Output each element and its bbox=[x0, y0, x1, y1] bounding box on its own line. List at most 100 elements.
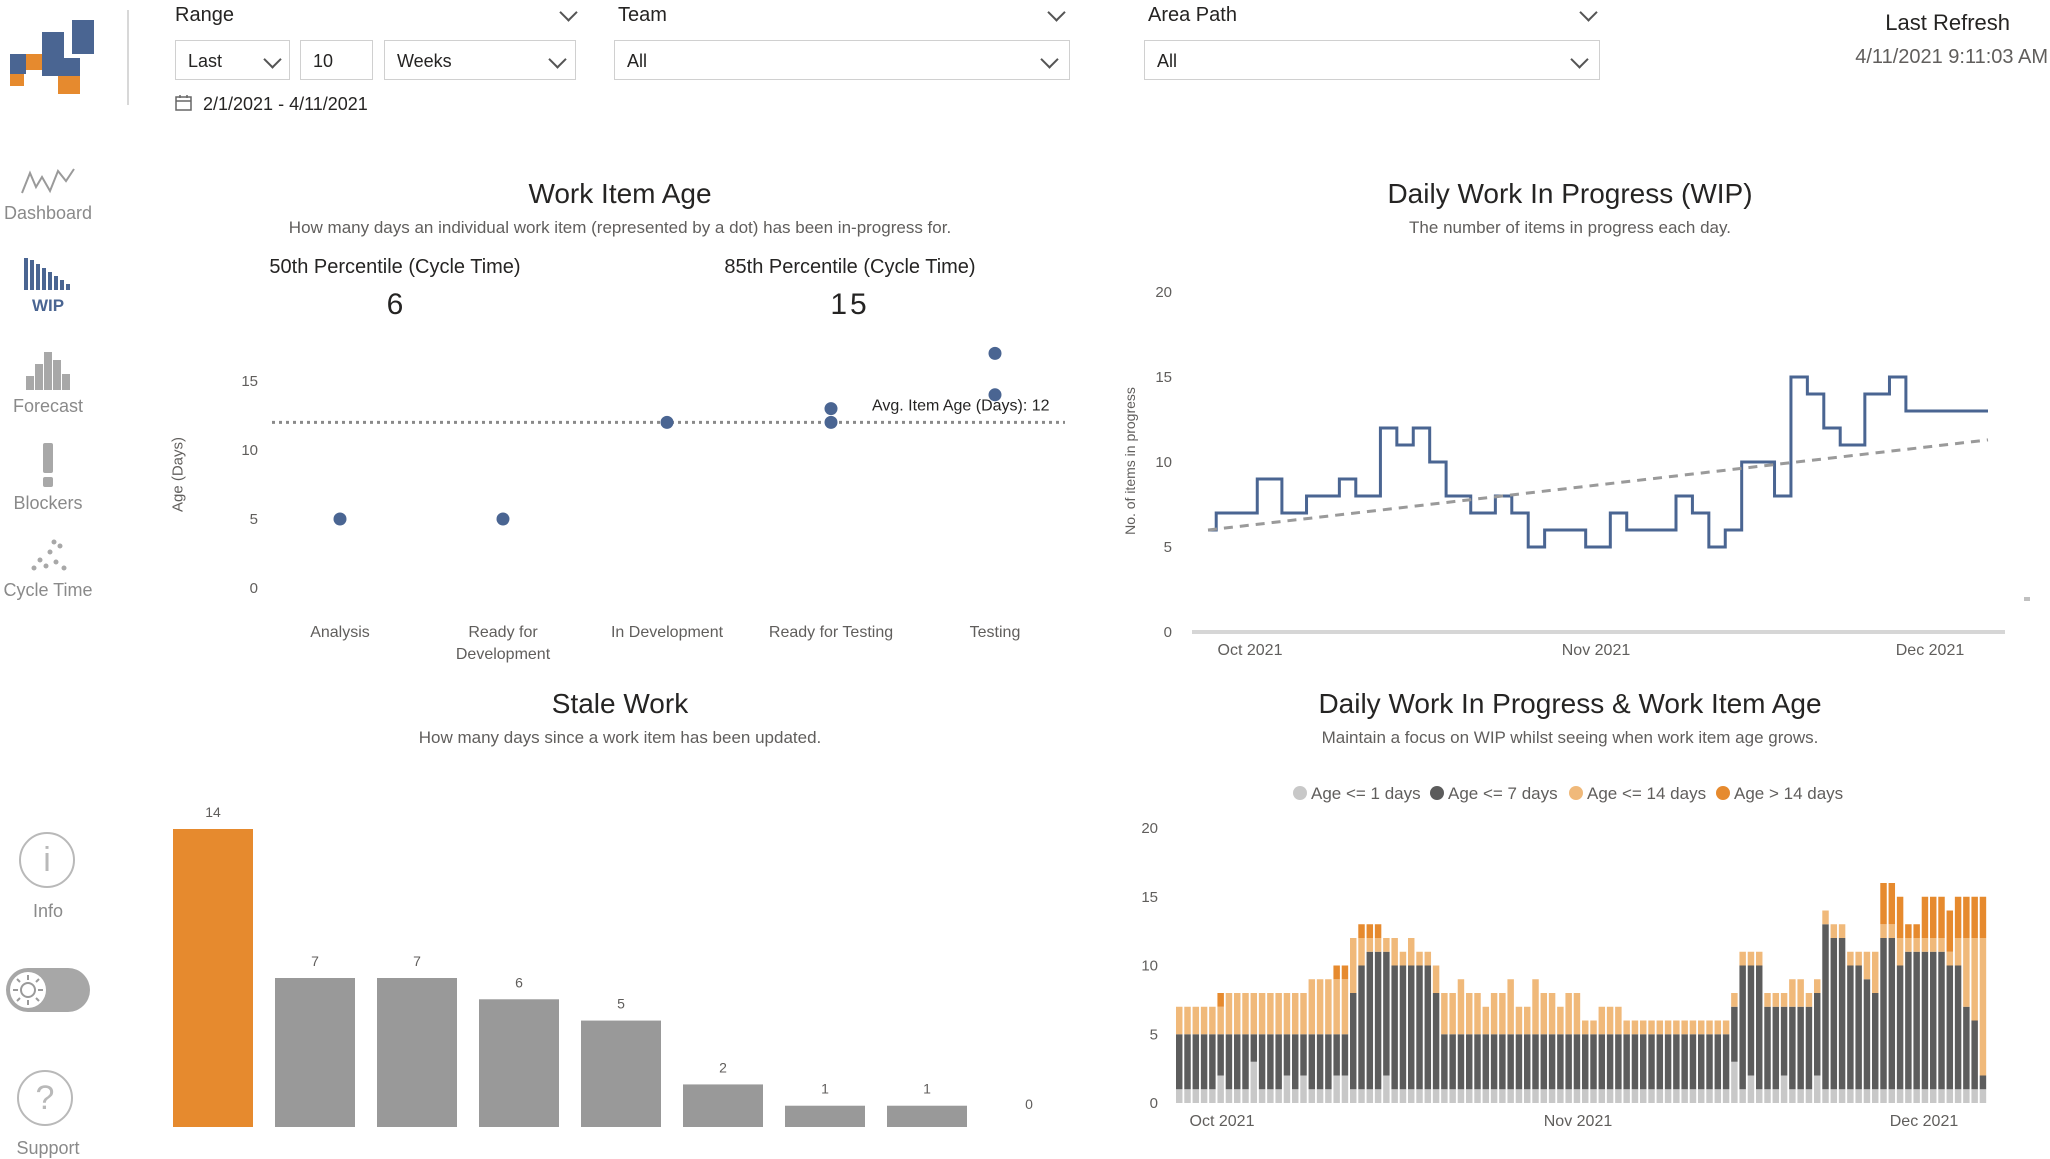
stack-segment bbox=[1275, 1089, 1282, 1103]
stack-segment bbox=[1954, 896, 1962, 938]
stack-segment bbox=[1209, 1089, 1216, 1103]
stack-segment bbox=[1507, 1034, 1514, 1090]
stack-segment bbox=[1780, 993, 1788, 1007]
stack-segment bbox=[1698, 1089, 1705, 1103]
stack-segment bbox=[1391, 965, 1398, 1090]
stack-x-tick: Nov 2021 bbox=[1544, 1113, 1613, 1130]
stack-segment bbox=[1739, 1089, 1746, 1103]
stack-segment bbox=[1714, 1020, 1722, 1035]
stack-segment bbox=[1432, 965, 1440, 993]
stack-segment bbox=[1590, 1089, 1597, 1103]
stack-segment bbox=[1797, 979, 1804, 1007]
stack-segment bbox=[1722, 1020, 1730, 1035]
stack-segment bbox=[1880, 1089, 1887, 1103]
stack-segment bbox=[1209, 1006, 1216, 1035]
stack-segment bbox=[1954, 1089, 1962, 1103]
stack-segment bbox=[1681, 1034, 1688, 1090]
stack-segment bbox=[1913, 951, 1920, 1090]
scroll-handle[interactable] bbox=[2024, 597, 2030, 601]
stack-segment bbox=[1408, 965, 1415, 1090]
legend-label: Age <= 1 days bbox=[1311, 784, 1421, 803]
stack-segment bbox=[1432, 993, 1440, 1090]
stack-segment bbox=[1640, 1089, 1647, 1103]
stack-segment bbox=[1623, 1034, 1630, 1090]
stack-segment bbox=[1656, 1020, 1664, 1035]
stack-segment bbox=[1250, 1061, 1258, 1103]
legend-marker bbox=[1430, 786, 1444, 800]
stack-segment bbox=[1325, 979, 1332, 1035]
stack-segment bbox=[1316, 979, 1324, 1035]
stack-segment bbox=[1391, 938, 1398, 966]
stack-segment bbox=[1814, 993, 1821, 1076]
stack-segment bbox=[1225, 1089, 1233, 1103]
stack-segment bbox=[1896, 938, 1904, 966]
stack-segment bbox=[1374, 1089, 1382, 1103]
stack-segment bbox=[1557, 1089, 1564, 1103]
stack-segment bbox=[1341, 979, 1349, 1035]
stack-segment bbox=[1258, 1034, 1266, 1090]
stack-segment bbox=[1863, 1089, 1871, 1103]
stack-segment bbox=[1308, 1089, 1316, 1103]
stack-segment bbox=[1872, 951, 1879, 993]
stack-segment bbox=[1822, 910, 1829, 925]
stack-segment bbox=[1830, 938, 1838, 1090]
stack-segment bbox=[1772, 1089, 1780, 1103]
stack-segment bbox=[1325, 1034, 1332, 1090]
stack-segment bbox=[1814, 1075, 1821, 1103]
stack-segment bbox=[1565, 1034, 1572, 1090]
stack-segment bbox=[1905, 1089, 1912, 1103]
stack-segment bbox=[1863, 979, 1871, 1090]
stack-segment bbox=[1391, 1089, 1398, 1103]
stack-segment bbox=[1822, 924, 1829, 1090]
stack-segment bbox=[1441, 993, 1448, 1035]
stack-segment bbox=[1954, 938, 1962, 966]
stack-segment bbox=[1582, 1020, 1589, 1035]
stack-segment bbox=[1698, 1020, 1705, 1035]
stack-segment bbox=[1490, 993, 1498, 1035]
stack-segment bbox=[1383, 938, 1390, 952]
stack-segment bbox=[1830, 1089, 1838, 1103]
stack-segment bbox=[1979, 1089, 1987, 1103]
stack-segment bbox=[1499, 1034, 1506, 1090]
stack-segment bbox=[1888, 938, 1896, 1090]
stack-segment bbox=[1963, 938, 1970, 1007]
stack-segment bbox=[1963, 1006, 1970, 1090]
stack-segment bbox=[1449, 1089, 1456, 1103]
stack-segment bbox=[1573, 993, 1581, 1035]
stack-segment bbox=[1640, 1034, 1647, 1090]
stack-segment bbox=[1366, 951, 1374, 1090]
stack-segment bbox=[1582, 1034, 1589, 1090]
stack-segment bbox=[1615, 1089, 1622, 1103]
stack-segment bbox=[1399, 965, 1407, 1090]
stack-segment bbox=[1979, 896, 1987, 938]
stack-segment bbox=[1656, 1034, 1664, 1090]
stack-segment bbox=[1673, 1089, 1680, 1103]
stack-segment bbox=[1772, 993, 1780, 1007]
stack-segment bbox=[1896, 1089, 1904, 1103]
stack-segment bbox=[1921, 951, 1929, 1090]
stack-segment bbox=[1722, 1089, 1730, 1103]
stack-segment bbox=[1598, 1089, 1606, 1103]
stack-segment bbox=[1789, 1006, 1796, 1090]
stack-segment bbox=[1913, 938, 1920, 952]
stack-segment bbox=[1739, 951, 1746, 966]
stack-segment bbox=[1606, 1006, 1614, 1035]
stack-segment bbox=[1913, 1089, 1920, 1103]
stack-segment bbox=[1358, 924, 1365, 938]
stack-segment bbox=[1764, 1089, 1771, 1103]
stack-segment bbox=[1250, 993, 1258, 1035]
stack-segment bbox=[1640, 1020, 1647, 1035]
stack-segment bbox=[1176, 1006, 1183, 1035]
stack-segment bbox=[1946, 951, 1954, 966]
stack-segment bbox=[1780, 1075, 1788, 1103]
stack-segment bbox=[1598, 1006, 1606, 1035]
stack-segment bbox=[1805, 1089, 1813, 1103]
stack-segment bbox=[1482, 1089, 1490, 1103]
stack-segment bbox=[1631, 1020, 1639, 1035]
stack-segment bbox=[1855, 965, 1862, 1090]
stack-segment bbox=[1441, 1089, 1448, 1103]
stack-segment bbox=[1880, 938, 1887, 1090]
stack-segment bbox=[1896, 965, 1904, 1090]
stack-segment bbox=[1333, 965, 1340, 980]
stack-segment bbox=[1590, 1020, 1597, 1035]
